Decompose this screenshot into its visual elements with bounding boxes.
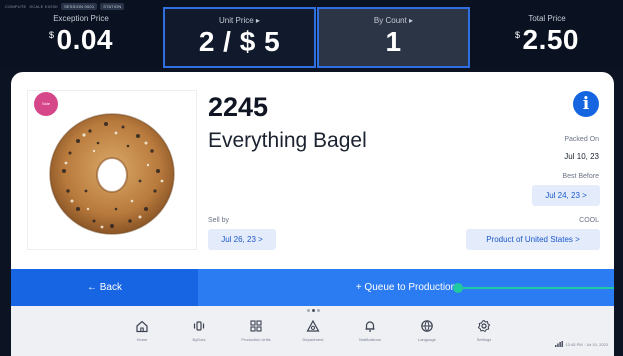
- total-price-cell: Total Price $2.50: [471, 7, 623, 68]
- unit-price-value: 2 / $ 5: [198, 26, 281, 57]
- sell-by-label: Sell by: [208, 217, 230, 224]
- nav-language-label: Language: [418, 337, 436, 342]
- nav-language[interactable]: Language: [404, 319, 450, 342]
- sale-badge: Sale: [34, 92, 58, 116]
- exception-price-cell[interactable]: Exception Price $0.04: [0, 7, 162, 68]
- scale-icon: [193, 321, 205, 331]
- by-count-cell[interactable]: By Count ▸ 1: [317, 7, 470, 68]
- packed-on-label: Packed On: [564, 136, 599, 143]
- product-name: Everything Bagel: [208, 129, 367, 152]
- by-count-value: 1: [385, 26, 402, 57]
- total-price-value: $2.50: [514, 24, 579, 55]
- unit-price-label: Unit Price ▸: [219, 16, 260, 25]
- sell-by-button[interactable]: Jul 26, 23 >: [208, 229, 276, 250]
- nav-production-units-label: Production Units: [241, 337, 271, 342]
- bottom-nav: Home ByDots Production Units Department …: [11, 306, 614, 356]
- by-count-label: By Count ▸: [373, 16, 414, 25]
- settings-icon: [477, 319, 491, 333]
- grid-icon: [250, 320, 262, 332]
- exception-price-value: $0.04: [48, 24, 113, 55]
- page-indicator: [307, 309, 320, 312]
- pointer-marker: [453, 283, 463, 293]
- status-time: 12:45 PM · Jul 10, 2023: [565, 341, 608, 347]
- nav-production-units[interactable]: Production Units: [233, 319, 279, 342]
- nav-settings-label: Settings: [476, 337, 492, 342]
- pointer-line: [463, 287, 614, 289]
- best-before-label: Best Before: [562, 173, 599, 180]
- product-card: Sale 2245 Everything Bagel i Packed On J…: [11, 72, 614, 306]
- exception-price-label: Exception Price: [53, 14, 109, 23]
- status-area: 12:45 PM · Jul 10, 2023: [554, 341, 608, 347]
- bell-icon: [365, 321, 375, 332]
- nav-department-label: Department: [302, 337, 324, 342]
- nav-notifications[interactable]: Notifications: [347, 319, 393, 342]
- price-bar: COMPUTE SCALE KIOSK SESSION 0001 STATION…: [0, 0, 623, 68]
- nav-home[interactable]: Home: [119, 319, 165, 342]
- coo-label: COOL: [579, 217, 599, 224]
- nav-bydots[interactable]: ByDots: [176, 319, 222, 342]
- best-before-button[interactable]: Jul 24, 23 >: [532, 185, 600, 206]
- back-button[interactable]: ← Back: [11, 269, 198, 306]
- globe-icon: [421, 320, 433, 332]
- packed-on-value: Jul 10, 23: [564, 152, 599, 161]
- home-icon: [136, 320, 148, 333]
- country-of-origin-button[interactable]: Product of United States >: [466, 229, 600, 250]
- nav-notifications-label: Notifications: [359, 337, 381, 342]
- nav-home-label: Home: [136, 337, 148, 342]
- bagel-illustration: [49, 113, 175, 235]
- signal-icon: [554, 341, 563, 347]
- nav-department[interactable]: Department: [290, 319, 336, 342]
- nav-bydots-label: ByDots: [192, 337, 206, 342]
- page-dot: [307, 309, 310, 312]
- unit-price-cell[interactable]: Unit Price ▸ 2 / $ 5: [163, 7, 316, 68]
- plu-number: 2245: [208, 92, 269, 122]
- department-icon: [306, 319, 320, 332]
- page-dot: [317, 309, 320, 312]
- total-price-label: Total Price: [528, 14, 566, 23]
- nav-settings[interactable]: Settings: [461, 319, 507, 342]
- page-dot-active: [312, 309, 315, 312]
- info-icon[interactable]: i: [573, 91, 599, 117]
